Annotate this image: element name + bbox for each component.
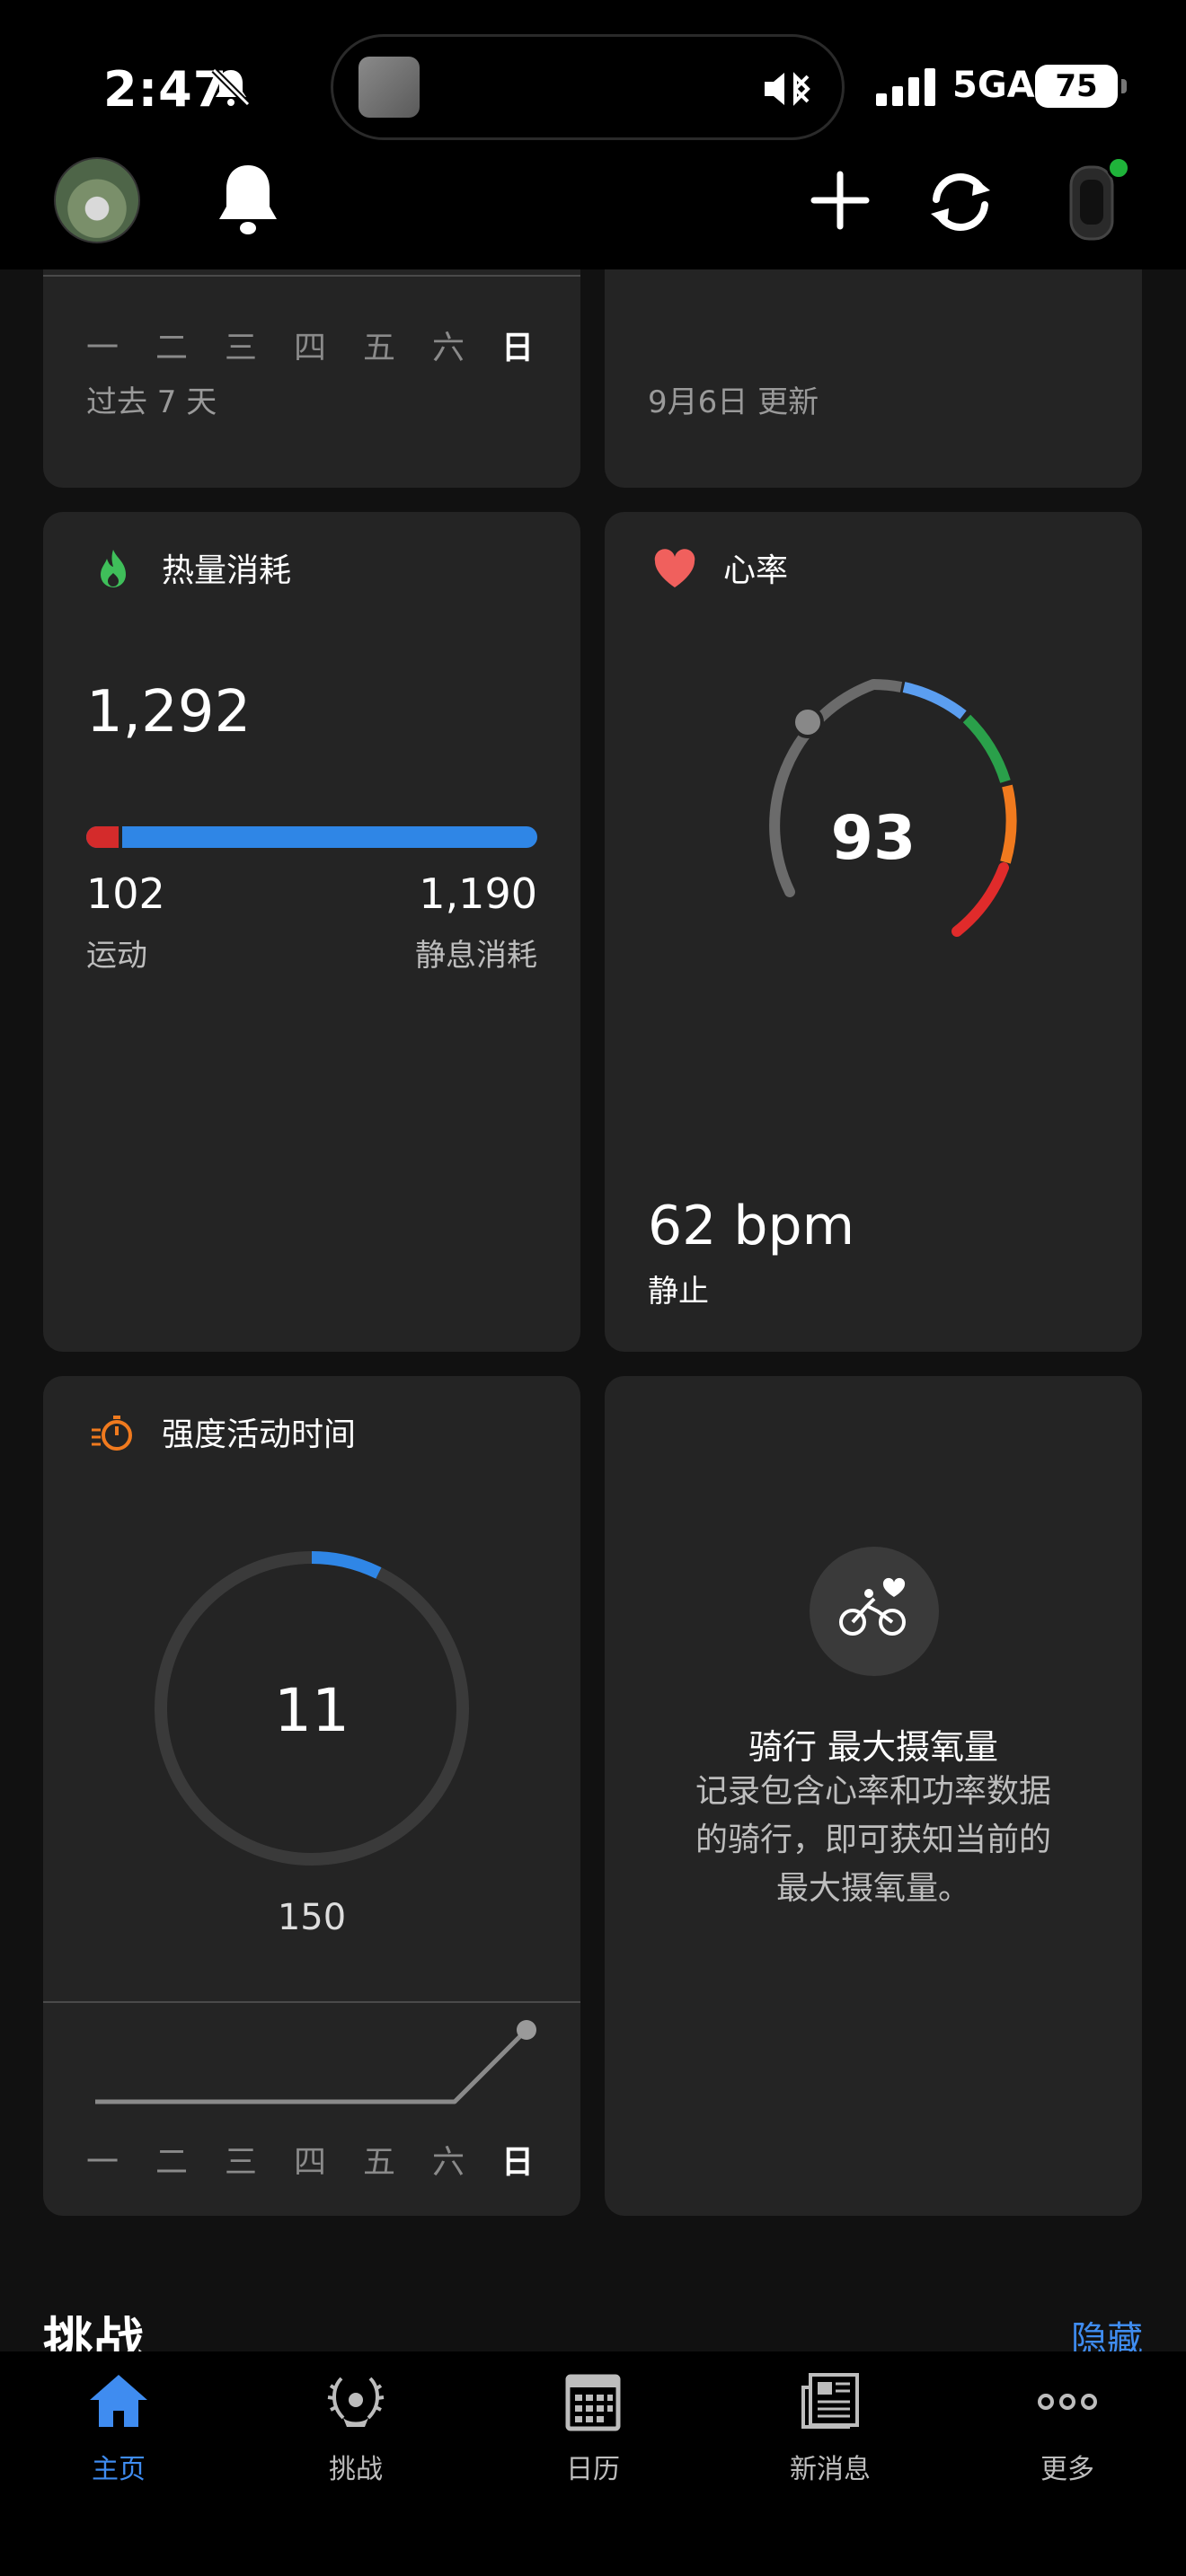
tab-home[interactable]: 主页 [29, 2369, 208, 2504]
calories-bar-active-segment [86, 826, 122, 848]
day-label: 四 [294, 2144, 327, 2181]
sync-icon[interactable] [924, 169, 997, 235]
bottom-tab-bar: 主页 挑战 日历 新消息 更多 [0, 2351, 1186, 2576]
tab-label: 挑战 [329, 2454, 383, 2485]
card-divider [43, 275, 580, 277]
bell-slash-icon [211, 67, 251, 107]
add-icon[interactable] [809, 169, 872, 232]
day-label-today: 日 [501, 2144, 535, 2181]
battery-indicator: 75 [1035, 65, 1127, 108]
cycling-heart-icon [839, 1577, 906, 1636]
home-icon [90, 2375, 147, 2427]
zone-4-arc [951, 862, 1009, 937]
news-icon [801, 2373, 859, 2429]
weekday-row: 一 二 三 四 五 六 日 [86, 322, 571, 368]
top-toolbar [0, 144, 1186, 269]
card-divider [43, 2001, 580, 2003]
gauge-marker [792, 706, 824, 738]
cellular-signal-icon [876, 68, 935, 106]
intensity-weekly-trend [95, 2020, 536, 2104]
vo2max-description: 记录包含心率和功率数据 的骑行，即可获知当前的 最大摄氧量。 [605, 1768, 1142, 1913]
tab-more[interactable]: 更多 [978, 2369, 1157, 2504]
stopwatch-icon [92, 1416, 132, 1451]
period-caption: 过去 7 天 [86, 384, 217, 420]
intensity-value: 11 [274, 1676, 350, 1745]
intensity-title: 强度活动时间 [162, 1416, 357, 1453]
tab-label: 新消息 [790, 2454, 871, 2485]
update-card[interactable]: 9月6日 更新 [605, 269, 1142, 488]
tab-label: 主页 [92, 2454, 146, 2485]
day-label: 五 [363, 2144, 396, 2181]
more-icon [1038, 2394, 1097, 2410]
tab-news[interactable]: 新消息 [740, 2369, 920, 2504]
resting-heart-rate-label: 静止 [648, 1274, 709, 1310]
intensity-minutes-card[interactable]: 强度活动时间 11 150 一 二 三 四 五 六 日 [43, 1376, 580, 2216]
heart-icon [654, 549, 695, 587]
zone-2-arc [962, 714, 1011, 783]
day-label: 二 [155, 330, 189, 366]
update-caption: 9月6日 更新 [648, 384, 819, 420]
day-label: 六 [432, 330, 465, 366]
calendar-icon [565, 2374, 621, 2431]
calories-total: 1,292 [86, 679, 252, 745]
day-label: 四 [294, 330, 327, 366]
day-label: 一 [86, 330, 119, 366]
day-label: 二 [155, 2144, 189, 2181]
now-playing-thumbnail [358, 57, 420, 118]
calories-card[interactable]: 热量消耗 1,292 102 运动 1,190 静息消耗 [43, 512, 580, 1352]
current-heart-rate: 93 [830, 803, 916, 874]
tab-calendar[interactable]: 日历 [503, 2369, 683, 2504]
zone-1-arc [902, 682, 967, 719]
laurel-icon [327, 2377, 385, 2427]
intensity-goal: 150 [277, 1897, 347, 1938]
bluetooth-audio-icon [765, 72, 810, 106]
day-label: 一 [86, 2144, 119, 2181]
vo2max-card[interactable]: 骑行 最大摄氧量 记录包含心率和功率数据 的骑行，即可获知当前的 最大摄氧量。 [605, 1376, 1142, 2216]
day-label: 六 [432, 2144, 465, 2181]
dynamic-island[interactable] [331, 34, 845, 140]
resting-calories-value: 1,190 [419, 869, 537, 918]
description-line: 记录包含心率和功率数据 [695, 1773, 1051, 1810]
weekday-row: 一 二 三 四 五 六 日 [86, 2136, 571, 2183]
avatar[interactable] [54, 157, 140, 243]
tab-challenges[interactable]: 挑战 [266, 2369, 446, 2504]
active-calories-label: 运动 [86, 938, 147, 974]
tab-label: 更多 [1040, 2454, 1094, 2485]
notifications-bell-icon[interactable] [216, 162, 280, 237]
description-line: 最大摄氧量。 [775, 1870, 970, 1907]
day-label: 五 [363, 330, 396, 366]
description-line: 的骑行，即可获知当前的 [695, 1822, 1051, 1858]
day-label-today: 日 [501, 330, 535, 366]
challenges-section-title: 挑战 [43, 2313, 144, 2351]
day-label: 三 [225, 330, 258, 366]
hide-section-link[interactable]: 隐藏 [1071, 2310, 1143, 2351]
cycling-icon-circle [810, 1547, 939, 1676]
vo2max-title: 骑行 最大摄氧量 [748, 1727, 999, 1767]
calories-title: 热量消耗 [162, 552, 292, 589]
calories-bar [86, 826, 537, 848]
network-type: 5GA [952, 65, 1035, 106]
active-calories-value: 102 [86, 869, 165, 918]
tab-label: 日历 [566, 2454, 620, 2485]
resting-calories-label: 静息消耗 [415, 938, 537, 974]
flame-icon [101, 550, 126, 587]
device-connected-dot [1107, 156, 1130, 180]
weekly-summary-card[interactable]: 一 二 三 四 五 六 日 过去 7 天 [43, 269, 580, 488]
status-bar: 2:47 5GA 75 [0, 0, 1186, 144]
home-dashboard[interactable]: 一 二 三 四 五 六 日 过去 7 天 9月6日 更新 热量消耗 1,292 … [0, 269, 1186, 2351]
heart-rate-card[interactable]: 心率 93 62 bpm 静止 [605, 512, 1142, 1352]
heart-rate-title: 心率 [723, 552, 789, 589]
resting-heart-rate-value: 62 bpm [648, 1195, 855, 1257]
day-label: 三 [225, 2144, 258, 2181]
